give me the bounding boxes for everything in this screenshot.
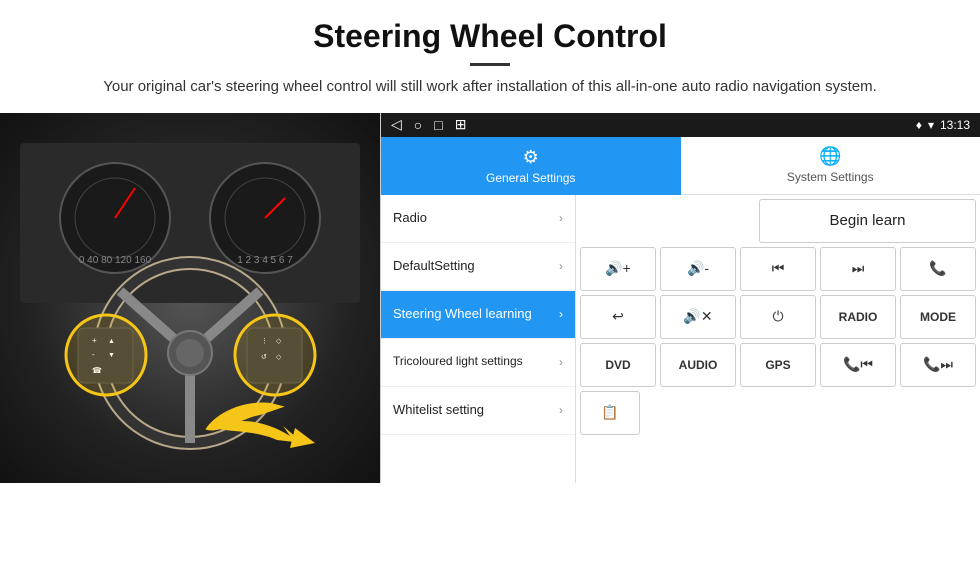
menu-whitelist-label: Whitelist setting [393, 402, 484, 419]
tab-row: ⚙ General Settings 🌐 System Settings [381, 137, 980, 195]
time-display: 13:13 [940, 118, 970, 132]
general-settings-icon: ⚙ [523, 147, 539, 168]
next-track-button[interactable]: ⏭ [820, 247, 896, 291]
audio-button[interactable]: AUDIO [660, 343, 736, 387]
svg-text:0 40 80 120 160: 0 40 80 120 160 [79, 255, 152, 266]
gps-button[interactable]: GPS [740, 343, 816, 387]
menu-tricoloured-chevron: › [559, 355, 563, 369]
menu-steering-chevron: › [559, 307, 563, 321]
menu-item-whitelist[interactable]: Whitelist setting › [381, 387, 575, 435]
begin-learn-button[interactable]: Begin learn [759, 199, 976, 243]
signal-icon: ▾ [928, 118, 934, 132]
menu-item-default[interactable]: DefaultSetting › [381, 243, 575, 291]
vol-up-icon: 🔊+ [605, 260, 631, 277]
tab-general-settings[interactable]: ⚙ General Settings [381, 137, 681, 195]
mute-icon: 🔊✕ [683, 308, 712, 325]
power-icon: ⏻ [772, 308, 783, 325]
back-icon[interactable]: ◁ [391, 116, 402, 133]
menu-icon[interactable]: ⊞ [455, 116, 467, 133]
phone-prev-icon: 📞⏮ [843, 356, 873, 373]
page-title: Steering Wheel Control [40, 18, 940, 55]
tab-system-label: System Settings [787, 170, 874, 184]
vol-down-icon: 🔊- [687, 260, 709, 277]
status-bar: ◁ ○ □ ⊞ ♦ ▾ 13:13 [381, 113, 980, 137]
prev-track-button[interactable]: ⏮ [740, 247, 816, 291]
button-grid: Begin learn 🔊+ 🔊- ⏮ ⏭ [576, 195, 980, 483]
menu-tricoloured-label: Tricoloured light settings [393, 354, 523, 370]
vol-up-button[interactable]: 🔊+ [580, 247, 656, 291]
page-header: Steering Wheel Control Your original car… [0, 0, 980, 109]
menu-radio-label: Radio [393, 210, 427, 227]
location-icon: ♦ [916, 118, 922, 132]
phone-prev-button[interactable]: 📞⏮ [820, 343, 896, 387]
menu-radio-chevron: › [559, 211, 563, 225]
special-icon: 📋 [601, 404, 618, 421]
menu-list: Radio › DefaultSetting › Steering Wheel … [381, 195, 576, 483]
tab-general-label: General Settings [486, 171, 575, 185]
mode-button[interactable]: MODE [900, 295, 976, 339]
mode-label: MODE [920, 310, 956, 324]
menu-steering-label: Steering Wheel learning [393, 306, 532, 323]
phone-next-button[interactable]: 📞⏭ [900, 343, 976, 387]
dvd-button[interactable]: DVD [580, 343, 656, 387]
menu-default-label: DefaultSetting [393, 258, 475, 275]
tab-system-settings[interactable]: 🌐 System Settings [681, 137, 980, 195]
special-icon-button[interactable]: 📋 [580, 391, 640, 435]
radio-ctrl-button[interactable]: RADIO [820, 295, 896, 339]
hangup-icon: ↩ [612, 308, 624, 325]
radio-ctrl-label: RADIO [839, 310, 878, 324]
mute-button[interactable]: 🔊✕ [660, 295, 736, 339]
svg-text:1 2 3 4 5 6 7: 1 2 3 4 5 6 7 [237, 255, 293, 266]
menu-whitelist-chevron: › [559, 403, 563, 417]
prev-track-icon: ⏮ [772, 260, 785, 277]
next-track-icon: ⏭ [852, 260, 865, 277]
menu-item-steering[interactable]: Steering Wheel learning › [381, 291, 575, 339]
vol-down-button[interactable]: 🔊- [660, 247, 736, 291]
steering-wheel-image: 0 40 80 120 160 1 2 3 4 5 6 7 + - ▲ ▼ [20, 143, 360, 453]
gps-label: GPS [765, 358, 790, 372]
car-image-wrapper: 0 40 80 120 160 1 2 3 4 5 6 7 + - ▲ ▼ [0, 113, 380, 483]
android-ui: ◁ ○ □ ⊞ ♦ ▾ 13:13 ⚙ General Settings 🌐 S… [380, 113, 980, 483]
phone-next-icon: 📞⏭ [923, 356, 953, 373]
phone-icon: 📞 [929, 260, 946, 277]
menu-item-tricoloured[interactable]: Tricoloured light settings › [381, 339, 575, 387]
home-icon[interactable]: ○ [414, 117, 422, 133]
title-divider [470, 63, 510, 66]
menu-default-chevron: › [559, 259, 563, 273]
hangup-button[interactable]: ↩ [580, 295, 656, 339]
audio-label: AUDIO [679, 358, 718, 372]
recents-icon[interactable]: □ [434, 117, 442, 133]
phone-button[interactable]: 📞 [900, 247, 976, 291]
dvd-label: DVD [605, 358, 630, 372]
system-settings-icon: 🌐 [819, 146, 841, 167]
menu-item-radio[interactable]: Radio › [381, 195, 575, 243]
page-subtitle: Your original car's steering wheel contr… [40, 76, 940, 99]
power-button[interactable]: ⏻ [740, 295, 816, 339]
